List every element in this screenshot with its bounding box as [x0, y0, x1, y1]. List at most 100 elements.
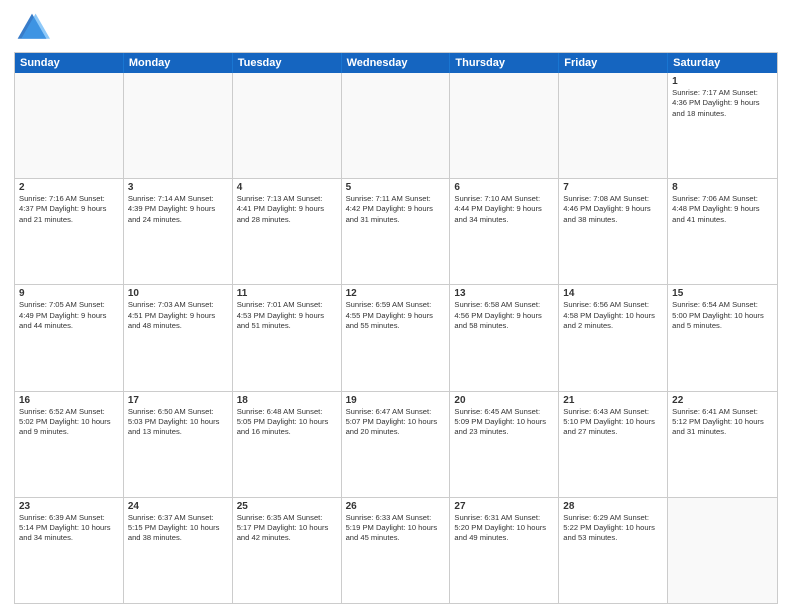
- day-number: 19: [346, 395, 446, 406]
- day-cell-2: 2Sunrise: 7:16 AM Sunset: 4:37 PM Daylig…: [15, 179, 124, 284]
- logo: [14, 10, 54, 46]
- day-info: Sunrise: 7:17 AM Sunset: 4:36 PM Dayligh…: [672, 88, 773, 119]
- day-cell-4: 4Sunrise: 7:13 AM Sunset: 4:41 PM Daylig…: [233, 179, 342, 284]
- day-info: Sunrise: 6:33 AM Sunset: 5:19 PM Dayligh…: [346, 513, 446, 544]
- day-number: 16: [19, 395, 119, 406]
- day-number: 12: [346, 288, 446, 299]
- header-day-tuesday: Tuesday: [233, 53, 342, 73]
- day-number: 22: [672, 395, 773, 406]
- day-cell-27: 27Sunrise: 6:31 AM Sunset: 5:20 PM Dayli…: [450, 498, 559, 603]
- day-info: Sunrise: 6:52 AM Sunset: 5:02 PM Dayligh…: [19, 407, 119, 438]
- day-info: Sunrise: 6:59 AM Sunset: 4:55 PM Dayligh…: [346, 300, 446, 331]
- day-cell-26: 26Sunrise: 6:33 AM Sunset: 5:19 PM Dayli…: [342, 498, 451, 603]
- header: [14, 10, 778, 46]
- day-cell-20: 20Sunrise: 6:45 AM Sunset: 5:09 PM Dayli…: [450, 392, 559, 497]
- day-cell-empty-0-3: [342, 73, 451, 178]
- day-cell-15: 15Sunrise: 6:54 AM Sunset: 5:00 PM Dayli…: [668, 285, 777, 390]
- day-info: Sunrise: 6:48 AM Sunset: 5:05 PM Dayligh…: [237, 407, 337, 438]
- day-info: Sunrise: 6:41 AM Sunset: 5:12 PM Dayligh…: [672, 407, 773, 438]
- page: SundayMondayTuesdayWednesdayThursdayFrid…: [0, 0, 792, 612]
- day-cell-1: 1Sunrise: 7:17 AM Sunset: 4:36 PM Daylig…: [668, 73, 777, 178]
- day-cell-23: 23Sunrise: 6:39 AM Sunset: 5:14 PM Dayli…: [15, 498, 124, 603]
- day-number: 2: [19, 182, 119, 193]
- day-cell-8: 8Sunrise: 7:06 AM Sunset: 4:48 PM Daylig…: [668, 179, 777, 284]
- day-number: 23: [19, 501, 119, 512]
- day-number: 6: [454, 182, 554, 193]
- day-number: 1: [672, 76, 773, 87]
- calendar-header: SundayMondayTuesdayWednesdayThursdayFrid…: [15, 53, 777, 73]
- day-info: Sunrise: 6:47 AM Sunset: 5:07 PM Dayligh…: [346, 407, 446, 438]
- day-cell-17: 17Sunrise: 6:50 AM Sunset: 5:03 PM Dayli…: [124, 392, 233, 497]
- day-info: Sunrise: 7:11 AM Sunset: 4:42 PM Dayligh…: [346, 194, 446, 225]
- day-info: Sunrise: 7:06 AM Sunset: 4:48 PM Dayligh…: [672, 194, 773, 225]
- day-number: 11: [237, 288, 337, 299]
- day-info: Sunrise: 7:14 AM Sunset: 4:39 PM Dayligh…: [128, 194, 228, 225]
- day-cell-empty-0-4: [450, 73, 559, 178]
- day-cell-empty-0-5: [559, 73, 668, 178]
- day-info: Sunrise: 6:37 AM Sunset: 5:15 PM Dayligh…: [128, 513, 228, 544]
- day-number: 25: [237, 501, 337, 512]
- day-cell-12: 12Sunrise: 6:59 AM Sunset: 4:55 PM Dayli…: [342, 285, 451, 390]
- day-cell-10: 10Sunrise: 7:03 AM Sunset: 4:51 PM Dayli…: [124, 285, 233, 390]
- calendar-row-3: 16Sunrise: 6:52 AM Sunset: 5:02 PM Dayli…: [15, 392, 777, 498]
- day-number: 21: [563, 395, 663, 406]
- day-cell-22: 22Sunrise: 6:41 AM Sunset: 5:12 PM Dayli…: [668, 392, 777, 497]
- day-cell-empty-0-1: [124, 73, 233, 178]
- day-cell-7: 7Sunrise: 7:08 AM Sunset: 4:46 PM Daylig…: [559, 179, 668, 284]
- day-info: Sunrise: 7:10 AM Sunset: 4:44 PM Dayligh…: [454, 194, 554, 225]
- day-info: Sunrise: 6:45 AM Sunset: 5:09 PM Dayligh…: [454, 407, 554, 438]
- day-number: 24: [128, 501, 228, 512]
- day-cell-25: 25Sunrise: 6:35 AM Sunset: 5:17 PM Dayli…: [233, 498, 342, 603]
- day-number: 18: [237, 395, 337, 406]
- day-number: 26: [346, 501, 446, 512]
- day-info: Sunrise: 6:35 AM Sunset: 5:17 PM Dayligh…: [237, 513, 337, 544]
- day-number: 17: [128, 395, 228, 406]
- day-info: Sunrise: 6:54 AM Sunset: 5:00 PM Dayligh…: [672, 300, 773, 331]
- day-cell-5: 5Sunrise: 7:11 AM Sunset: 4:42 PM Daylig…: [342, 179, 451, 284]
- day-number: 9: [19, 288, 119, 299]
- day-number: 10: [128, 288, 228, 299]
- day-number: 20: [454, 395, 554, 406]
- day-info: Sunrise: 6:58 AM Sunset: 4:56 PM Dayligh…: [454, 300, 554, 331]
- day-info: Sunrise: 6:31 AM Sunset: 5:20 PM Dayligh…: [454, 513, 554, 544]
- day-cell-13: 13Sunrise: 6:58 AM Sunset: 4:56 PM Dayli…: [450, 285, 559, 390]
- day-cell-empty-0-2: [233, 73, 342, 178]
- calendar-row-2: 9Sunrise: 7:05 AM Sunset: 4:49 PM Daylig…: [15, 285, 777, 391]
- day-cell-11: 11Sunrise: 7:01 AM Sunset: 4:53 PM Dayli…: [233, 285, 342, 390]
- day-info: Sunrise: 7:13 AM Sunset: 4:41 PM Dayligh…: [237, 194, 337, 225]
- day-cell-24: 24Sunrise: 6:37 AM Sunset: 5:15 PM Dayli…: [124, 498, 233, 603]
- day-cell-28: 28Sunrise: 6:29 AM Sunset: 5:22 PM Dayli…: [559, 498, 668, 603]
- day-cell-3: 3Sunrise: 7:14 AM Sunset: 4:39 PM Daylig…: [124, 179, 233, 284]
- day-cell-16: 16Sunrise: 6:52 AM Sunset: 5:02 PM Dayli…: [15, 392, 124, 497]
- day-info: Sunrise: 6:43 AM Sunset: 5:10 PM Dayligh…: [563, 407, 663, 438]
- logo-icon: [14, 10, 50, 46]
- header-day-saturday: Saturday: [668, 53, 777, 73]
- header-day-sunday: Sunday: [15, 53, 124, 73]
- day-number: 14: [563, 288, 663, 299]
- calendar-row-0: 1Sunrise: 7:17 AM Sunset: 4:36 PM Daylig…: [15, 73, 777, 179]
- day-number: 27: [454, 501, 554, 512]
- calendar-row-4: 23Sunrise: 6:39 AM Sunset: 5:14 PM Dayli…: [15, 498, 777, 603]
- day-number: 5: [346, 182, 446, 193]
- day-number: 8: [672, 182, 773, 193]
- day-info: Sunrise: 7:03 AM Sunset: 4:51 PM Dayligh…: [128, 300, 228, 331]
- day-number: 4: [237, 182, 337, 193]
- day-number: 28: [563, 501, 663, 512]
- calendar-body: 1Sunrise: 7:17 AM Sunset: 4:36 PM Daylig…: [15, 73, 777, 603]
- header-day-thursday: Thursday: [450, 53, 559, 73]
- calendar: SundayMondayTuesdayWednesdayThursdayFrid…: [14, 52, 778, 604]
- day-number: 3: [128, 182, 228, 193]
- header-day-monday: Monday: [124, 53, 233, 73]
- day-info: Sunrise: 6:29 AM Sunset: 5:22 PM Dayligh…: [563, 513, 663, 544]
- day-number: 15: [672, 288, 773, 299]
- calendar-row-1: 2Sunrise: 7:16 AM Sunset: 4:37 PM Daylig…: [15, 179, 777, 285]
- day-cell-21: 21Sunrise: 6:43 AM Sunset: 5:10 PM Dayli…: [559, 392, 668, 497]
- day-cell-empty-0-0: [15, 73, 124, 178]
- day-info: Sunrise: 6:50 AM Sunset: 5:03 PM Dayligh…: [128, 407, 228, 438]
- day-number: 13: [454, 288, 554, 299]
- day-info: Sunrise: 6:56 AM Sunset: 4:58 PM Dayligh…: [563, 300, 663, 331]
- header-day-wednesday: Wednesday: [342, 53, 451, 73]
- day-cell-18: 18Sunrise: 6:48 AM Sunset: 5:05 PM Dayli…: [233, 392, 342, 497]
- day-cell-19: 19Sunrise: 6:47 AM Sunset: 5:07 PM Dayli…: [342, 392, 451, 497]
- day-info: Sunrise: 7:05 AM Sunset: 4:49 PM Dayligh…: [19, 300, 119, 331]
